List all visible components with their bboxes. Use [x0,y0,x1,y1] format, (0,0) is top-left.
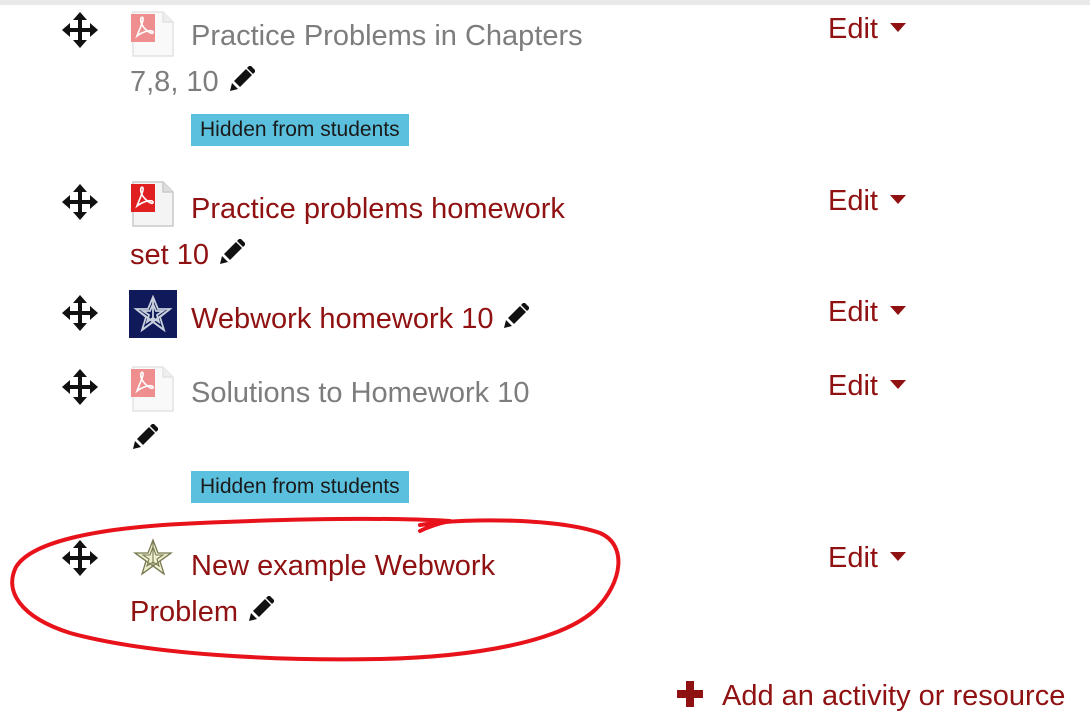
move-icon[interactable] [62,369,98,405]
activity-name: Practice Problems in Chapters [191,20,583,52]
activity-link[interactable]: Practice Problems in Chapters 7,8, 10 [130,13,650,105]
hidden-badge: Hidden from students [191,471,409,503]
activity-name-continued: set 10 [130,239,209,271]
add-activity-label: Add an activity or resource [722,680,1066,712]
activity-link[interactable]: Solutions to Homework 10 [130,370,650,452]
move-icon[interactable] [62,295,98,331]
activity-name: Practice problems homework [191,193,565,225]
move-icon[interactable] [62,12,98,48]
activity-link[interactable]: Webwork homework 10 [130,296,650,342]
caret-down-icon [889,194,906,204]
edit-menu[interactable]: Edit [828,181,938,221]
caret-down-icon [889,379,906,389]
edit-label: Edit [828,185,878,217]
edit-menu[interactable]: Edit [828,9,938,49]
caret-down-icon [889,22,906,32]
activity-name: Webwork homework 10 [191,303,494,335]
pencil-icon[interactable] [227,66,255,94]
edit-label: Edit [828,13,878,45]
edit-label: Edit [828,370,878,402]
activity-name-continued: Problem [130,596,238,628]
edit-label: Edit [828,296,878,328]
activity-name: New example Webwork [191,550,496,582]
plus-icon [677,681,703,708]
caret-down-icon [889,551,906,561]
move-icon[interactable] [62,184,98,220]
pencil-icon[interactable] [501,303,530,331]
activity-name-continued: 7,8, 10 [130,66,219,98]
pencil-icon[interactable] [217,239,245,267]
section-top-border [0,0,1090,5]
move-icon[interactable] [62,540,98,576]
add-activity-button[interactable]: Add an activity or resource [676,676,1090,713]
edit-label: Edit [828,542,878,574]
activity-link[interactable]: New example Webwork Problem [130,543,650,635]
edit-menu[interactable]: Edit [828,366,938,406]
edit-menu[interactable]: Edit [828,538,938,578]
caret-down-icon [889,305,906,315]
edit-menu[interactable]: Edit [828,292,938,332]
pencil-icon[interactable] [130,424,158,452]
hidden-badge: Hidden from students [191,114,409,146]
activity-name: Solutions to Homework 10 [191,377,530,409]
activity-link[interactable]: Practice problems homework set 10 [130,186,650,278]
pencil-icon[interactable] [246,596,274,624]
